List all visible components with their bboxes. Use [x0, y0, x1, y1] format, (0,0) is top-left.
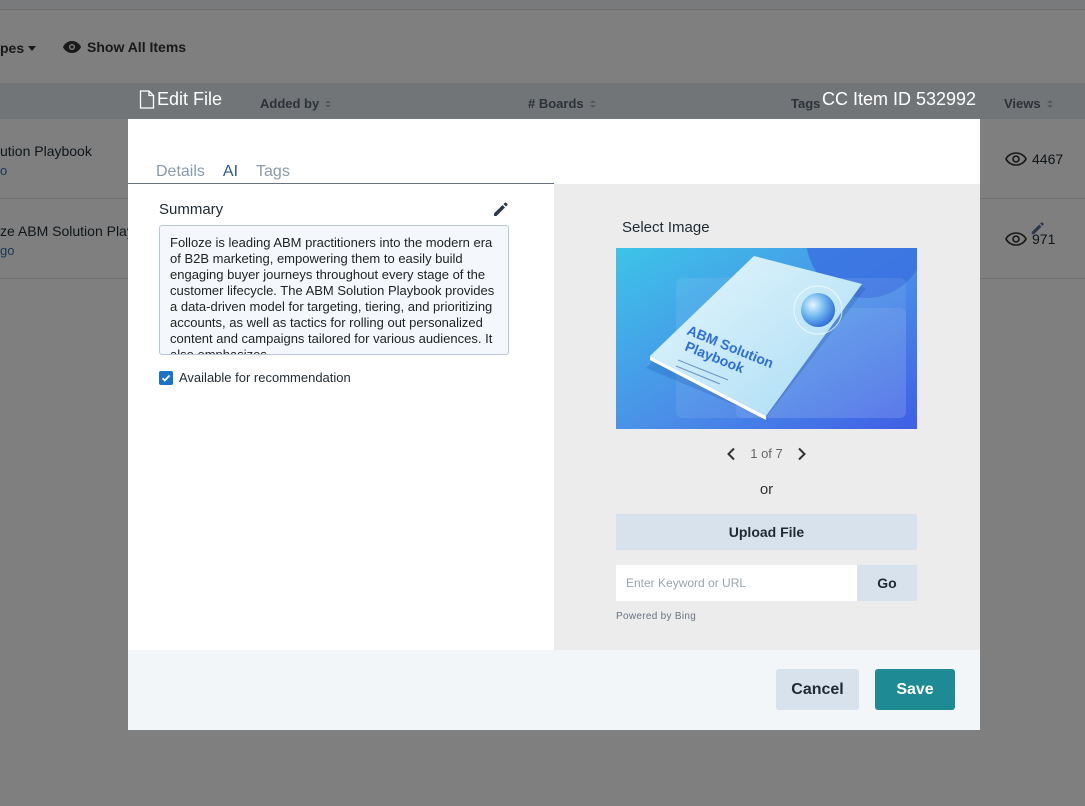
- image-preview[interactable]: ABM Solution Playbook: [616, 248, 917, 429]
- summary-textarea[interactable]: Folloze is leading ABM practitioners int…: [159, 225, 509, 355]
- modal-title: Edit File: [139, 89, 222, 110]
- image-search-input[interactable]: [616, 565, 857, 601]
- playbook-cover-image: ABM Solution Playbook: [616, 248, 917, 429]
- edit-file-dialog: Details AI Tags Summary Folloze is leadi…: [128, 119, 1044, 730]
- summary-label: Summary: [159, 201, 224, 218]
- next-image-button[interactable]: [797, 447, 807, 461]
- image-pager: 1 of 7: [616, 446, 917, 461]
- file-icon: [139, 90, 155, 109]
- previous-image-button[interactable]: [726, 447, 736, 461]
- ai-summary-pane: Summary Folloze is leading ABM practitio…: [128, 184, 554, 650]
- edit-summary-pencil-icon[interactable]: [492, 201, 509, 223]
- image-pane: Select Image ABM Solution Playbook 1 of …: [554, 184, 1044, 650]
- dialog-footer: Cancel Save: [128, 650, 980, 730]
- recommendation-option[interactable]: Available for recommendation: [159, 370, 351, 385]
- or-separator: or: [759, 481, 774, 498]
- chevron-left-icon: [727, 447, 735, 460]
- recommendation-label: Available for recommendation: [179, 370, 351, 385]
- check-icon: [161, 374, 171, 382]
- upload-file-button[interactable]: Upload File: [616, 514, 917, 550]
- item-id: CC Item ID 532992: [822, 89, 977, 109]
- powered-by-bing: Powered by Bing: [616, 611, 697, 622]
- image-page-indicator: 1 of 7: [750, 446, 783, 461]
- modal-title-text: Edit File: [157, 89, 223, 109]
- save-button[interactable]: Save: [875, 669, 955, 710]
- select-image-label: Select Image: [622, 219, 710, 236]
- edit-image-pencil-icon[interactable]: [1030, 221, 1045, 241]
- image-search-go-button[interactable]: Go: [857, 565, 917, 601]
- recommendation-checkbox[interactable]: [159, 370, 173, 385]
- chevron-right-icon: [798, 447, 806, 460]
- cancel-button[interactable]: Cancel: [776, 669, 859, 710]
